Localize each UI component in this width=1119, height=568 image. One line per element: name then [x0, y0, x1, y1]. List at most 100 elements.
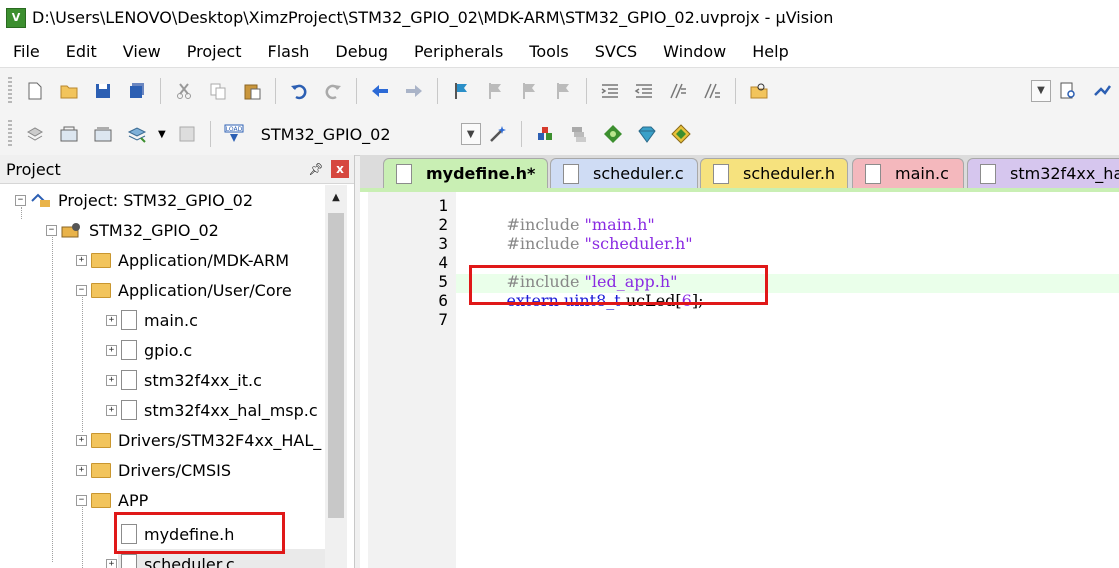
tree-item-label: gpio.c: [144, 340, 193, 360]
line-number: 4: [438, 253, 448, 272]
expand-toggle[interactable]: +: [76, 254, 87, 266]
tree-item-group[interactable]: + Drivers/CMSIS: [76, 455, 231, 485]
file-extensions-button[interactable]: [533, 122, 557, 146]
tree-item-file[interactable]: + stm32f4xx_it.c: [106, 365, 262, 395]
cut-button[interactable]: [172, 79, 196, 103]
target-select[interactable]: STM32_GPIO_02 ▼: [257, 122, 481, 146]
target-options-button[interactable]: [486, 122, 510, 146]
manage-rte-button[interactable]: [601, 122, 625, 146]
save-all-button[interactable]: [125, 79, 149, 103]
scroll-thumb[interactable]: [328, 213, 344, 518]
toolbar-separator: [520, 121, 522, 147]
tree-item-target[interactable]: − STM32_GPIO_02: [46, 215, 219, 245]
tree-item-file[interactable]: + stm32f4xx_hal_msp.c: [106, 395, 318, 425]
expand-toggle[interactable]: +: [106, 374, 117, 386]
toolbar-grip[interactable]: [8, 120, 12, 148]
file-icon: [396, 163, 412, 184]
download-button[interactable]: LOAD: [222, 122, 246, 146]
paste-button[interactable]: [240, 79, 264, 103]
menu-svcs[interactable]: SVCS: [582, 42, 650, 61]
build-button[interactable]: [57, 122, 81, 146]
menu-debug[interactable]: Debug: [322, 42, 401, 61]
indent-button[interactable]: [598, 79, 622, 103]
tree-item-file[interactable]: + main.c: [106, 305, 198, 335]
toolbar-grip[interactable]: [8, 76, 12, 105]
pack-installer-button[interactable]: [635, 122, 659, 146]
tab-main-c[interactable]: main.c: [852, 158, 964, 188]
tree-item-group[interactable]: + Application/MDK-ARM: [76, 245, 289, 275]
nav-back-button[interactable]: [368, 79, 392, 103]
tree-item-label: stm32f4xx_hal_msp.c: [144, 400, 318, 420]
expand-toggle[interactable]: +: [106, 344, 117, 356]
debug-session-button[interactable]: [1090, 79, 1114, 103]
clear-bookmarks-button[interactable]: [551, 79, 575, 103]
code-editor[interactable]: #include "main.h" #include "scheduler.h"…: [456, 192, 1119, 568]
save-button[interactable]: [91, 79, 115, 103]
preprocessor-directive: #include: [506, 234, 580, 253]
tree-item-file[interactable]: + gpio.c: [106, 335, 192, 365]
menu-flash[interactable]: Flash: [254, 42, 322, 61]
redo-button[interactable]: [321, 79, 345, 103]
collapse-toggle[interactable]: −: [76, 494, 87, 506]
uncomment-button[interactable]: [700, 79, 724, 103]
menu-window[interactable]: Window: [650, 42, 739, 61]
nav-forward-button[interactable]: [402, 79, 426, 103]
expand-toggle[interactable]: +: [106, 558, 117, 568]
project-panel: Project 📌︎ x − Project: STM32_GPIO_02 − …: [0, 155, 355, 568]
comment-button[interactable]: [666, 79, 690, 103]
manage-project-button[interactable]: [567, 122, 591, 146]
target-dropdown-arrow[interactable]: ▼: [460, 123, 481, 145]
menu-edit[interactable]: Edit: [53, 42, 110, 61]
bookmark-button[interactable]: [449, 79, 473, 103]
collapse-toggle[interactable]: −: [46, 224, 57, 236]
dropdown-caret-icon[interactable]: ▼: [158, 129, 166, 140]
collapse-toggle[interactable]: −: [76, 284, 87, 296]
select-packs-button[interactable]: [669, 122, 693, 146]
undo-button[interactable]: [287, 79, 311, 103]
open-file-button[interactable]: [57, 79, 81, 103]
menu-help[interactable]: Help: [739, 42, 801, 61]
menu-view[interactable]: View: [110, 42, 174, 61]
tree-item-group[interactable]: − Application/User/Core: [76, 275, 292, 305]
tab-scheduler-c[interactable]: scheduler.c: [550, 158, 698, 188]
arrow-right-icon: [406, 84, 422, 97]
copy-button[interactable]: [206, 79, 230, 103]
prev-bookmark-button[interactable]: [483, 79, 507, 103]
next-bookmark-button[interactable]: [517, 79, 541, 103]
tab-scheduler-h[interactable]: scheduler.h: [700, 158, 848, 188]
close-icon[interactable]: x: [331, 160, 349, 178]
find-in-files-button[interactable]: [747, 79, 771, 103]
file-icon: [121, 400, 137, 420]
expand-toggle[interactable]: +: [106, 404, 117, 416]
editor-tab-bar: mydefine.h* scheduler.c scheduler.h main…: [360, 155, 1119, 188]
expand-toggle[interactable]: +: [76, 434, 87, 446]
translate-button[interactable]: [23, 122, 47, 146]
chevron-down-icon: ▼: [1037, 85, 1045, 96]
expand-toggle[interactable]: +: [76, 464, 87, 476]
pin-icon[interactable]: 📌︎: [307, 162, 325, 176]
tree-item-group[interactable]: + Drivers/STM32F4xx_HAL_: [76, 425, 321, 455]
stop-build-button[interactable]: [175, 122, 199, 146]
unindent-button[interactable]: [632, 79, 656, 103]
incremental-find-button[interactable]: [1056, 79, 1080, 103]
expand-toggle[interactable]: +: [106, 314, 117, 326]
debug-icon: [1094, 84, 1112, 96]
menu-peripherals[interactable]: Peripherals: [401, 42, 516, 61]
save-all-icon: [130, 82, 144, 98]
menu-project[interactable]: Project: [174, 42, 255, 61]
batch-build-button[interactable]: [125, 122, 149, 146]
scroll-up-icon[interactable]: ▲: [325, 185, 347, 209]
find-dropdown-arrow[interactable]: ▼: [1031, 79, 1051, 102]
project-tree-scrollbar[interactable]: ▲: [325, 185, 347, 568]
collapse-toggle[interactable]: −: [15, 194, 26, 206]
folder-icon: [91, 252, 111, 268]
new-file-button[interactable]: [23, 79, 47, 103]
rebuild-button[interactable]: [91, 122, 115, 146]
menu-tools[interactable]: Tools: [516, 42, 581, 61]
tree-item-project[interactable]: − Project: STM32_GPIO_02: [15, 185, 253, 215]
target-icon: [61, 223, 80, 238]
menu-file[interactable]: File: [0, 42, 53, 61]
tree-item-group[interactable]: − APP: [76, 485, 148, 515]
tab-stm32f4xx-hal[interactable]: stm32f4xx_ha: [967, 158, 1119, 188]
tab-mydefine-h[interactable]: mydefine.h*: [383, 158, 548, 188]
